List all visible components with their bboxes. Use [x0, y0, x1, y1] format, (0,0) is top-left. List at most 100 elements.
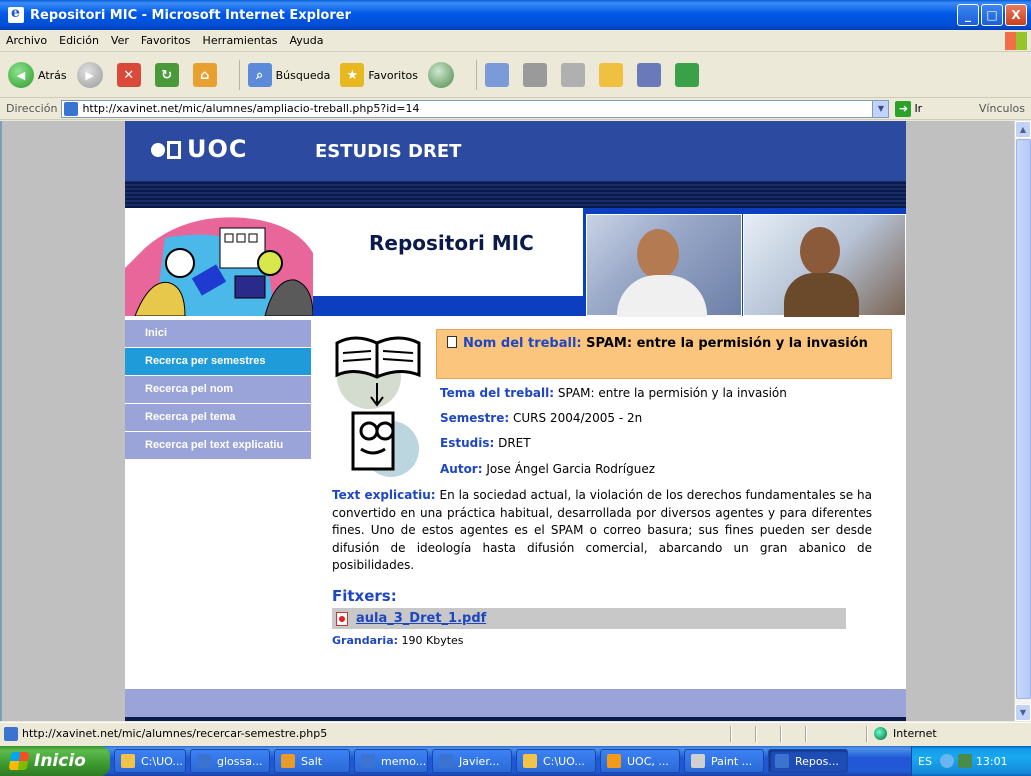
- back-arrow-icon: ◀: [8, 62, 34, 88]
- menu-herramientas[interactable]: Herramientas: [203, 34, 278, 47]
- work-name-label: Nom del treball:: [463, 336, 582, 351]
- stop-button[interactable]: ✕: [116, 63, 145, 87]
- taskbar-button-label: Paint ...: [711, 754, 753, 768]
- back-button[interactable]: ◀ Atrás: [8, 62, 67, 88]
- ie-window: Repositori MIC - Microsoft Internet Expl…: [0, 0, 1031, 776]
- history-icon: [428, 62, 454, 88]
- mail-button[interactable]: [485, 63, 513, 87]
- close-button[interactable]: X: [1005, 4, 1027, 26]
- messenger-icon: [675, 63, 699, 87]
- go-arrow-icon: ➜: [895, 100, 912, 117]
- taskbar-button[interactable]: C:\UO...: [114, 749, 186, 773]
- work-name-value: SPAM: entre la permisión y la invasión: [586, 336, 868, 351]
- home-button[interactable]: ⌂: [192, 63, 221, 87]
- address-url: http://xavinet.net/mic/alumnes/ampliacio…: [82, 102, 420, 115]
- taskbar-button[interactable]: UOC, ...: [600, 749, 680, 773]
- forward-button[interactable]: ▶: [76, 62, 107, 88]
- nav-item-recerca-semestres[interactable]: Recerca per semestres: [125, 348, 311, 376]
- taskbar-button[interactable]: Javier...: [432, 749, 512, 773]
- taskbar-button[interactable]: C:\UO...: [516, 749, 596, 773]
- face-man: [637, 229, 679, 279]
- work-explic-label: Text explicatiu:: [332, 488, 436, 502]
- go-button[interactable]: ➜ Ir: [895, 100, 923, 117]
- work-semester-value: CURS 2004/2005 - 2n: [513, 411, 643, 425]
- work-topic-value: SPAM: entre la permisión y la invasión: [557, 386, 787, 400]
- clock[interactable]: 13:01: [976, 755, 1008, 768]
- status-bar: http://xavinet.net/mic/alumnes/recercar-…: [0, 722, 1031, 744]
- work-author: Autor: Jose Ángel Garcia Rodríguez: [440, 462, 655, 476]
- folder-icon: [599, 63, 623, 87]
- logo-dot-icon: [151, 143, 165, 157]
- minimize-button[interactable]: _: [957, 4, 979, 26]
- start-button[interactable]: Inicio: [0, 746, 110, 776]
- print-button[interactable]: [523, 63, 551, 87]
- history-button[interactable]: [428, 62, 458, 88]
- scroll-thumb[interactable]: [1016, 139, 1031, 699]
- shirt-man: [617, 275, 707, 317]
- mail-icon: [485, 63, 509, 87]
- work-author-label: Autor:: [440, 462, 483, 476]
- browser-viewport: UOC ESTUDIS DRET Repositori MIC Inici Re…: [0, 121, 1031, 721]
- research-button[interactable]: [637, 63, 665, 87]
- edit-button[interactable]: [561, 63, 589, 87]
- file-size: Grandaria: 190 Kbytes: [332, 634, 464, 647]
- taskbar: Inicio C:\UO... glossa... Salt memo... Javie…: [0, 746, 1031, 776]
- menu-bar: Archivo Edición Ver Favoritos Herramient…: [0, 30, 1031, 52]
- vertical-scrollbar[interactable]: ▲ ▼: [1014, 121, 1031, 721]
- taskbar-button[interactable]: glossa...: [190, 749, 270, 773]
- back-label: Atrás: [38, 68, 67, 82]
- toolbar-separator: [476, 60, 477, 90]
- menu-archivo[interactable]: Archivo: [6, 34, 47, 47]
- menu-ver[interactable]: Ver: [111, 34, 129, 47]
- status-separator: [866, 726, 868, 742]
- scroll-up-icon[interactable]: ▲: [1015, 121, 1031, 138]
- messenger-button[interactable]: [675, 63, 703, 87]
- nav-item-recerca-nom[interactable]: Recerca pel nom: [125, 376, 311, 404]
- forward-arrow-icon: ▶: [76, 62, 103, 88]
- scroll-down-icon[interactable]: ▼: [1015, 704, 1031, 721]
- address-dropdown-icon[interactable]: ▼: [872, 100, 889, 117]
- file-link[interactable]: aula_3_Dret_1.pdf: [356, 611, 486, 626]
- maximize-button[interactable]: □: [981, 4, 1003, 26]
- nav-item-recerca-tema[interactable]: Recerca pel tema: [125, 404, 311, 432]
- taskbar-app-icon: [197, 754, 211, 768]
- menu-favoritos[interactable]: Favoritos: [141, 34, 191, 47]
- taskbar-app-icon: [439, 754, 453, 768]
- file-size-label: Grandaria:: [332, 634, 399, 647]
- stop-icon: ✕: [116, 63, 141, 87]
- search-icon: ⌕: [247, 63, 272, 87]
- tray-volume-icon[interactable]: [957, 754, 972, 768]
- title-bar[interactable]: Repositori MIC - Microsoft Internet Expl…: [0, 0, 1031, 30]
- taskbar-button[interactable]: Paint ...: [684, 749, 764, 773]
- taskbar-button[interactable]: Repos...: [768, 749, 848, 773]
- search-label: Búsqueda: [275, 68, 331, 82]
- taskbar-button[interactable]: memo...: [354, 749, 428, 773]
- taskbar-button-label: glossa...: [217, 754, 263, 768]
- toolbar-separator: [238, 60, 240, 90]
- page-icon: [64, 101, 79, 116]
- taskbar-app-icon: [775, 754, 789, 768]
- nav-item-inici[interactable]: Inici: [125, 320, 311, 348]
- refresh-button[interactable]: ↻: [154, 63, 183, 87]
- start-label: Inicio: [34, 751, 86, 771]
- address-input[interactable]: http://xavinet.net/mic/alumnes/ampliacio…: [61, 99, 890, 118]
- taskbar-button[interactable]: Salt: [274, 749, 350, 773]
- nav-item-recerca-text[interactable]: Recerca pel text explicatiu: [125, 432, 311, 460]
- favorites-button[interactable]: ★ Favoritos: [340, 63, 418, 87]
- page-status-icon: [4, 726, 18, 741]
- status-separator: [780, 726, 782, 742]
- tray-network-icon[interactable]: [939, 754, 954, 768]
- menu-edicion[interactable]: Edición: [59, 34, 99, 47]
- banner-illustration: [125, 208, 313, 316]
- language-indicator[interactable]: ES: [918, 755, 932, 768]
- ie-icon: [8, 5, 24, 23]
- search-button[interactable]: ⌕ Búsqueda: [247, 63, 331, 87]
- work-topic: Tema del treball: SPAM: entre la permisi…: [440, 386, 787, 400]
- go-label: Ir: [914, 102, 923, 115]
- folder-button[interactable]: [599, 63, 627, 87]
- links-button[interactable]: Vínculos: [979, 102, 1025, 115]
- page-header: UOC ESTUDIS DRET: [125, 121, 906, 181]
- taskbar-app-icon: [691, 754, 705, 768]
- menu-ayuda[interactable]: Ayuda: [289, 34, 323, 47]
- favorites-star-icon: ★: [340, 63, 365, 87]
